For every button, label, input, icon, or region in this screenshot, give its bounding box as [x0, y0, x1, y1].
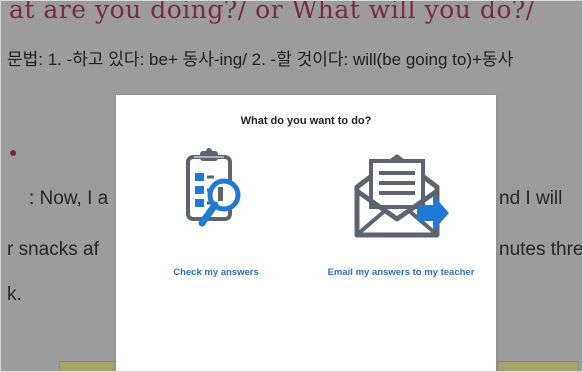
passage-line-3-left: k. [7, 284, 22, 305]
email-answers-label[interactable]: Email my answers to my teacher [316, 267, 486, 278]
grammar-note: 문법: 1. -하고 있다: be+ 동사-ing/ 2. -할 것이다: wi… [7, 50, 514, 69]
screen-frame: at are you doing?/ or What will you do?/… [0, 0, 583, 372]
check-answers-label[interactable]: Check my answers [156, 267, 276, 278]
background-button-left [59, 361, 121, 371]
clipboard-magnifier-icon [186, 148, 241, 227]
dialog-title: What do you want to do? [240, 115, 372, 127]
email-answers-option[interactable]: Email my answers to my teacher [316, 147, 486, 278]
passage-line-2-right: nutes thre [499, 239, 583, 260]
check-answers-option[interactable]: Check my answers [156, 147, 276, 278]
passage-line-1-left: : Now, I a [29, 188, 109, 209]
background-button-right [497, 361, 579, 371]
passage-line-2-left: r snacks af [7, 239, 99, 260]
envelope-send-icon [354, 154, 449, 238]
passage-line-1-right: nd I will [499, 188, 563, 209]
choice-dialog: What do you want to do? Check my answers [116, 95, 496, 371]
page-heading: at are you doing?/ or What will you do?/ [9, 0, 535, 24]
bullet-mark: ● [9, 144, 18, 160]
